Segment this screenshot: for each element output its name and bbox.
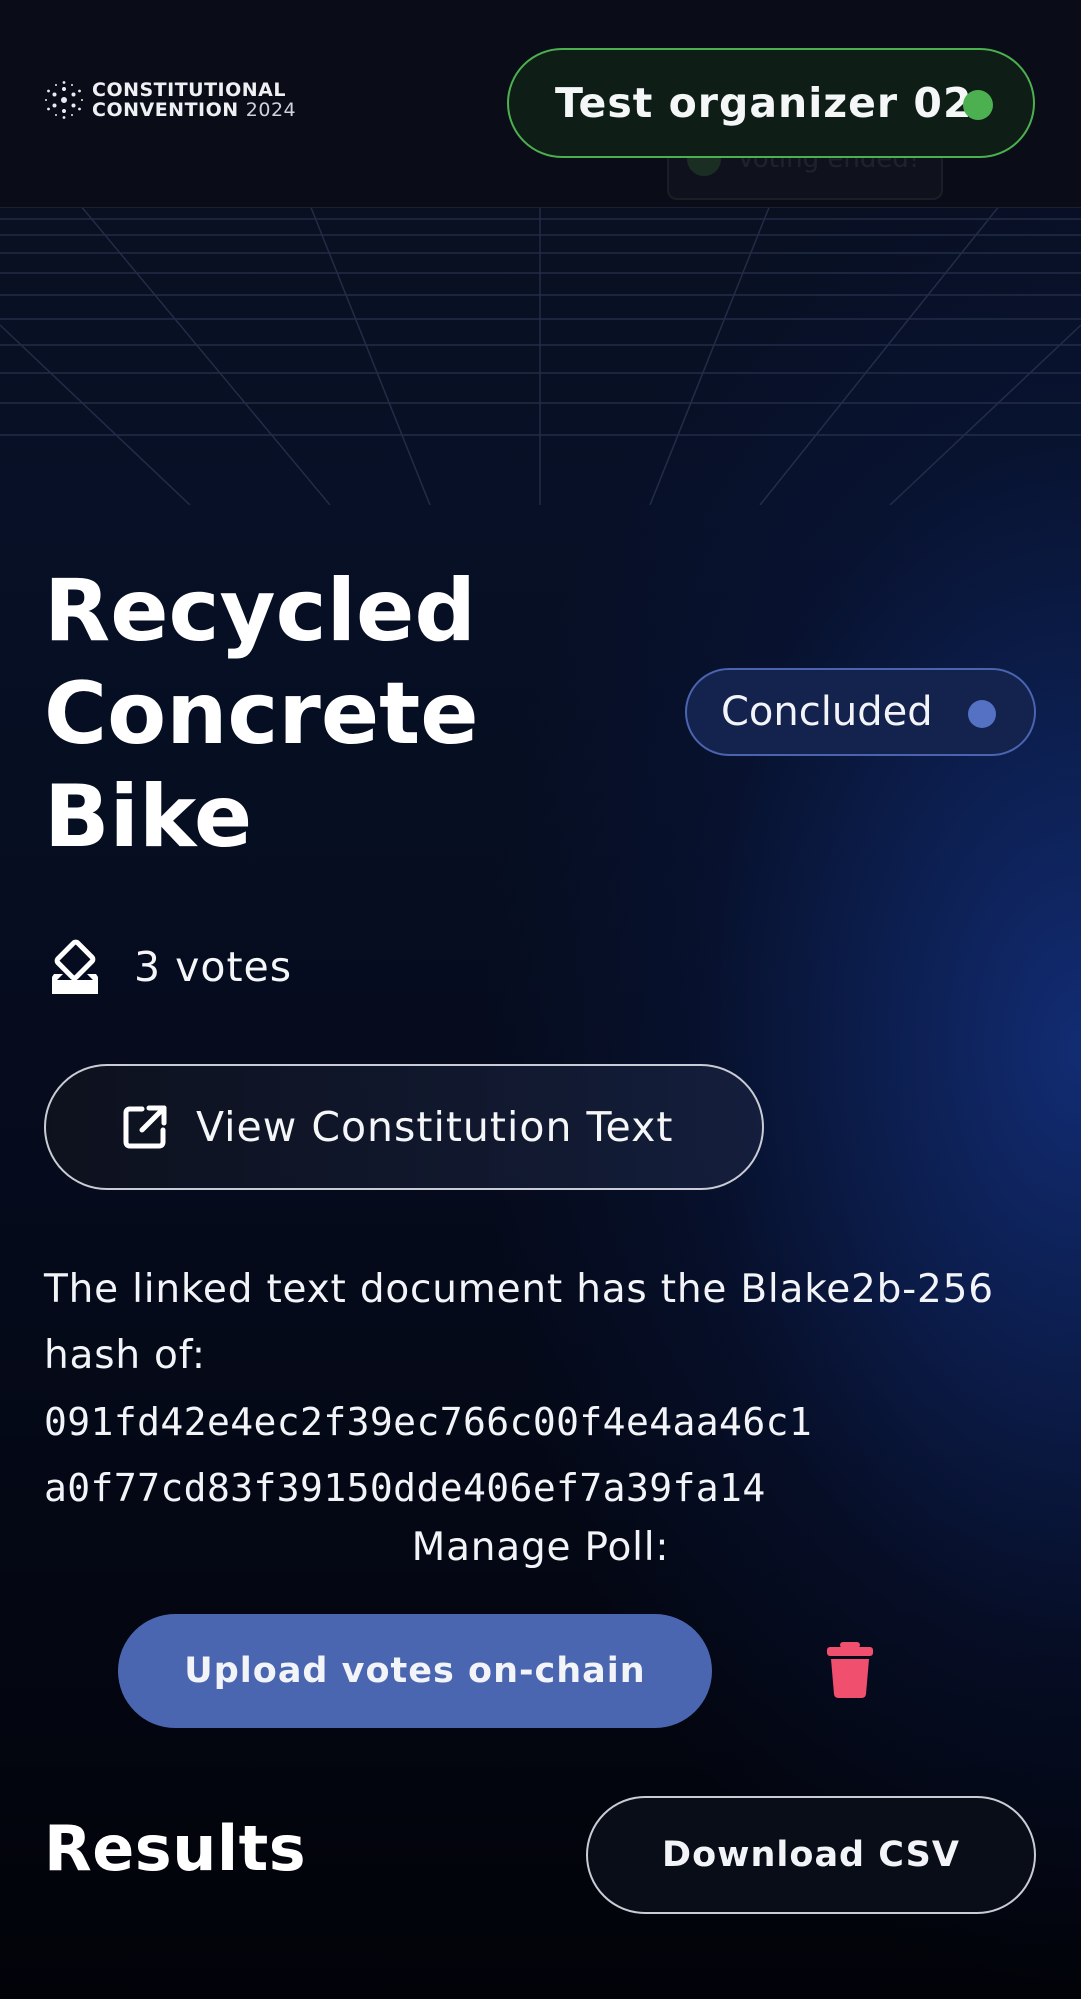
- logo-text: CONSTITUTIONAL CONVENTION 2024: [92, 80, 296, 120]
- results-heading: Results: [44, 1812, 307, 1885]
- view-constitution-text-button[interactable]: View Constitution Text: [44, 1064, 764, 1190]
- download-csv-button[interactable]: Download CSV: [586, 1796, 1036, 1914]
- hash-intro: The linked text document has the Blake2b…: [44, 1267, 994, 1378]
- document-hash-info: The linked text document has the Blake2b…: [44, 1257, 1044, 1521]
- organizer-name: Test organizer 02: [555, 79, 973, 127]
- poll-status-label: Concluded: [721, 689, 933, 735]
- logo-line-1: CONSTITUTIONAL: [92, 79, 286, 101]
- poll-status-badge: Concluded: [685, 668, 1036, 756]
- logo-year: 2024: [245, 99, 297, 121]
- ballot-box-icon: [52, 939, 98, 994]
- grid-background: [0, 205, 1081, 505]
- vote-count-label: 3 votes: [134, 943, 293, 991]
- poll-title: Recycled Concrete Bike: [44, 561, 479, 867]
- logo[interactable]: CONSTITUTIONAL CONVENTION 2024: [44, 80, 296, 120]
- upload-votes-label: Upload votes on-chain: [184, 1651, 646, 1691]
- trash-icon[interactable]: [823, 1642, 877, 1698]
- hash-value: 091fd42e4ec2f39ec766c00f4e4aa46c1 a0f77cd…: [44, 1389, 1044, 1521]
- logo-convention: CONVENTION: [92, 99, 239, 121]
- connected-status-dot: [963, 90, 993, 120]
- download-csv-label: Download CSV: [662, 1835, 960, 1875]
- view-constitution-text-label: View Constitution Text: [196, 1103, 674, 1151]
- manage-poll-label: Manage Poll:: [411, 1525, 670, 1570]
- hash-value-part-2: a0f77cd83f39150dde406ef7a39fa14: [44, 1466, 766, 1510]
- hash-value-part-1: 091fd42e4ec2f39ec766c00f4e4aa46c1: [44, 1400, 813, 1444]
- logo-line-2: CONVENTION 2024: [92, 100, 296, 120]
- poll-status-dot: [968, 700, 996, 728]
- app-header: CONSTITUTIONAL CONVENTION 2024 Voting en…: [0, 0, 1081, 208]
- vote-count: 3 votes: [44, 935, 292, 999]
- cardano-logo-icon: [45, 81, 83, 119]
- upload-votes-button[interactable]: Upload votes on-chain: [118, 1614, 712, 1728]
- organizer-account-button[interactable]: Test organizer 02: [507, 48, 1035, 158]
- external-link-icon: [123, 1105, 167, 1149]
